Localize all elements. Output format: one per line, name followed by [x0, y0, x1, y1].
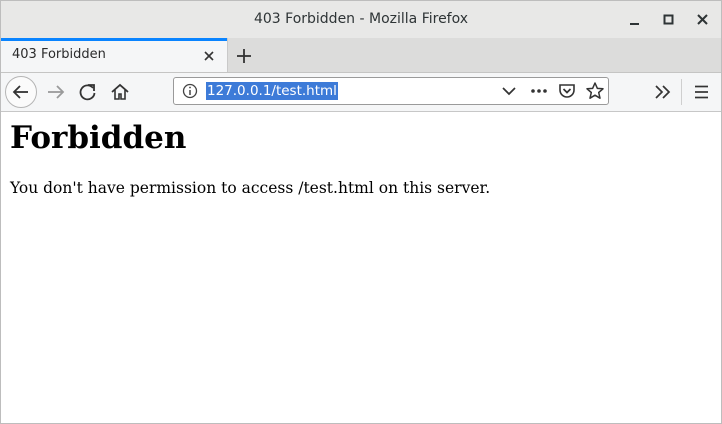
chevron-down-icon[interactable] [500, 82, 518, 100]
overflow-button[interactable] [652, 81, 674, 103]
error-message: You don't have permission to access /tes… [10, 179, 491, 197]
url-text[interactable]: 127.0.0.1/test.html [206, 82, 338, 100]
minimize-icon[interactable] [625, 10, 645, 30]
forward-button[interactable] [45, 81, 67, 103]
title-bar: 403 Forbidden - Mozilla Firefox [1, 1, 721, 39]
tab-active[interactable]: 403 Forbidden [1, 38, 228, 72]
maximize-icon[interactable] [659, 10, 679, 30]
hamburger-menu-icon [695, 85, 708, 99]
close-window-icon[interactable] [693, 10, 713, 30]
home-icon [111, 83, 129, 100]
reload-button[interactable] [77, 81, 99, 103]
forward-arrow-icon [48, 85, 65, 99]
tab-title: 403 Forbidden [12, 47, 106, 62]
site-info-icon[interactable] [179, 80, 201, 102]
close-tab-icon[interactable] [200, 47, 218, 65]
back-button[interactable] [5, 76, 37, 108]
page-content: Forbidden You don't have permission to a… [1, 112, 721, 423]
pocket-icon[interactable] [557, 81, 577, 101]
navigation-toolbar: 127.0.0.1/test.html [1, 73, 721, 112]
double-chevron-right-icon [655, 85, 671, 99]
page-heading: Forbidden [10, 120, 187, 156]
page-actions-icon[interactable] [529, 82, 549, 100]
tab-strip: 403 Forbidden [1, 38, 721, 73]
home-button[interactable] [109, 81, 131, 103]
reload-icon [79, 84, 96, 101]
new-tab-icon[interactable] [233, 45, 255, 67]
toolbar-divider [681, 79, 682, 105]
back-arrow-icon [12, 85, 28, 99]
bookmark-star-icon[interactable] [585, 81, 605, 101]
tab-accent-line [1, 38, 227, 41]
browser-window: 403 Forbidden - Mozilla Firefox 403 Forb… [0, 0, 722, 424]
menu-button[interactable] [691, 81, 713, 103]
window-title: 403 Forbidden - Mozilla Firefox [253, 11, 469, 27]
url-bar[interactable]: 127.0.0.1/test.html [173, 77, 609, 105]
